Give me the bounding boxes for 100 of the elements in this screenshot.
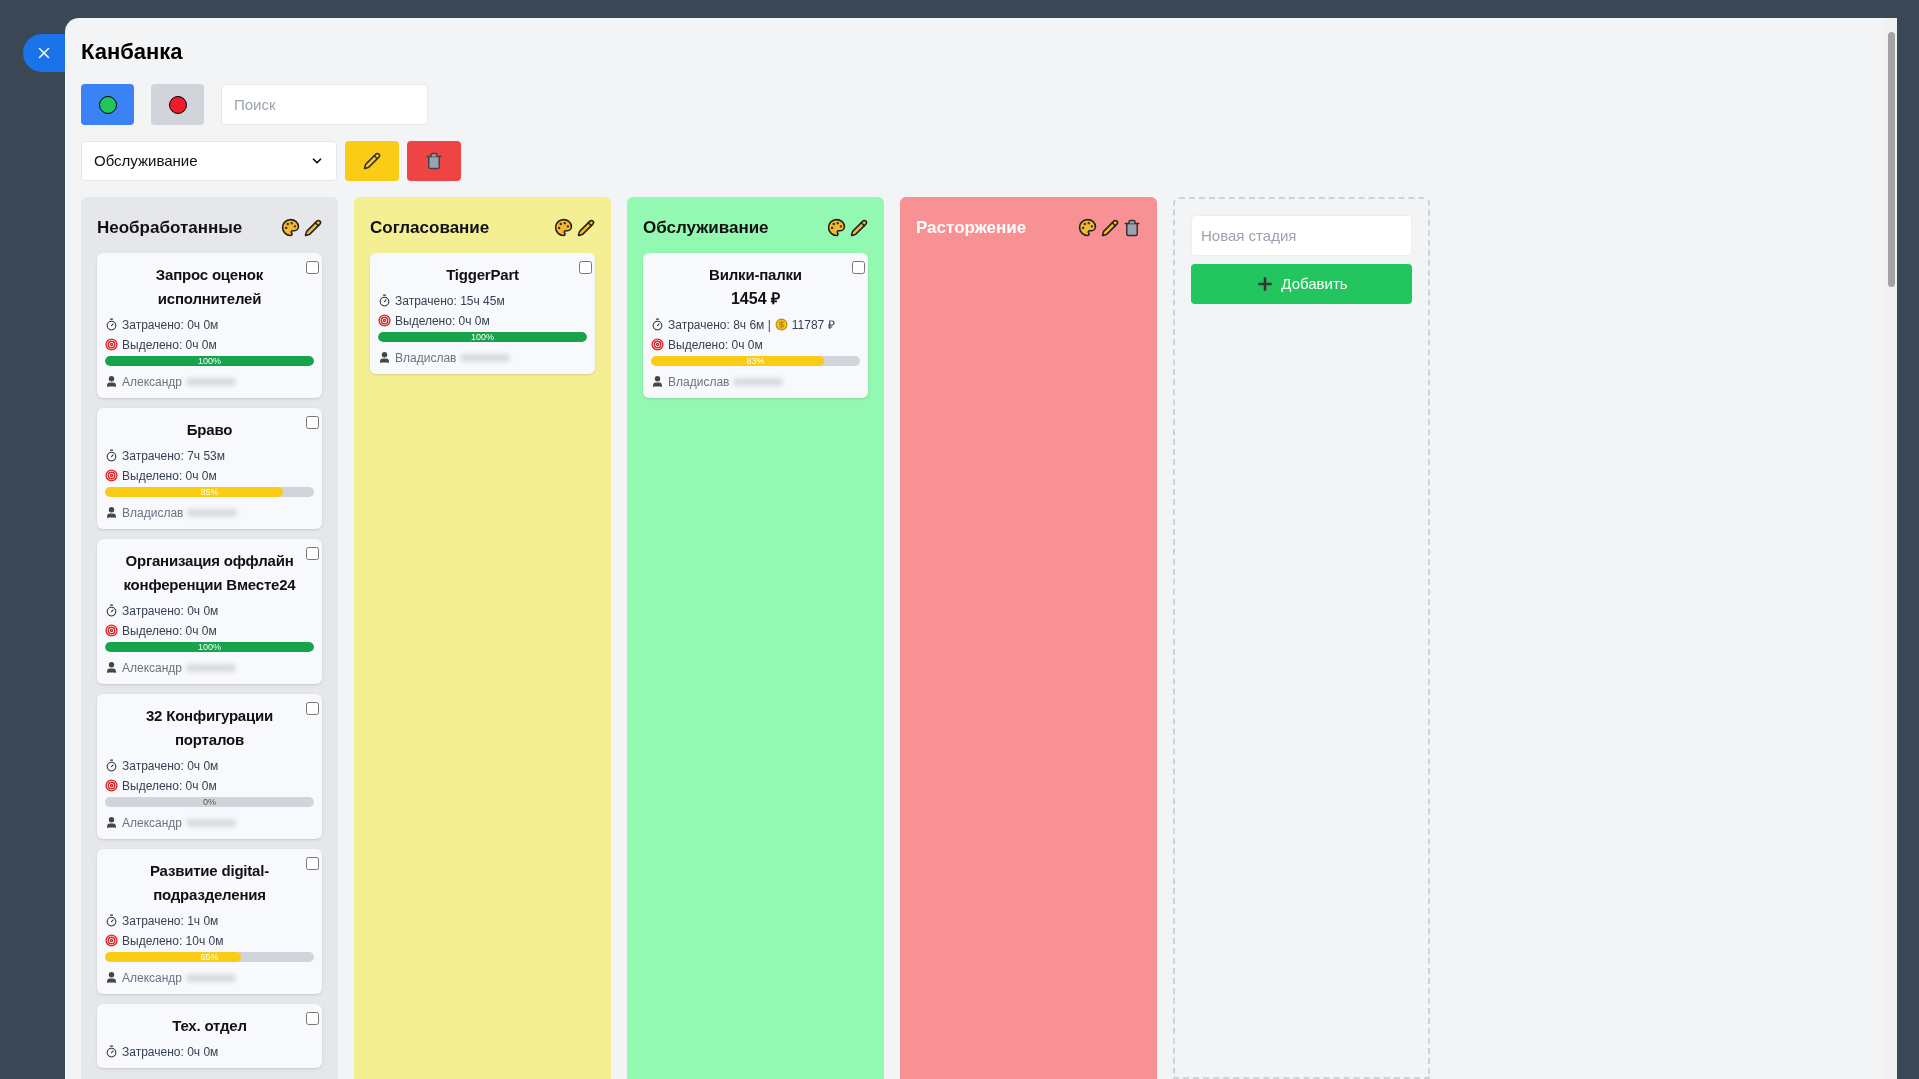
card-title: Организация оффлайн конференции Вместе24 bbox=[122, 550, 297, 595]
palette-icon[interactable] bbox=[281, 218, 300, 238]
stopwatch-icon bbox=[105, 759, 118, 772]
task-card[interactable]: Тех. отдел Затрачено: 0ч 0м bbox=[97, 1003, 322, 1068]
task-card[interactable]: Браво Затрачено: 7ч 53м Выделено: 0ч 0м 85% Владислав bbox=[97, 407, 322, 529]
time-spent: Затрачено: 0ч 0м bbox=[122, 757, 219, 774]
stopwatch-icon bbox=[651, 318, 664, 331]
card-title: Браво bbox=[186, 419, 233, 440]
money-spent: 11787 ₽ bbox=[791, 316, 835, 333]
assignee-name: Александр bbox=[122, 969, 183, 986]
time-allocated: Выделено: 0ч 0м bbox=[668, 336, 763, 353]
pencil-icon bbox=[363, 152, 381, 170]
assignee-name: Александр bbox=[122, 814, 183, 831]
person-icon bbox=[378, 351, 391, 364]
blurred-surname bbox=[186, 663, 237, 672]
task-card[interactable]: Запрос оценок исполнителей Затрачено: 0ч 0м Выделено: 0ч 0м 100% Александр bbox=[97, 252, 322, 398]
target-icon bbox=[105, 338, 118, 351]
person-icon bbox=[651, 375, 664, 388]
trash-icon[interactable] bbox=[1123, 218, 1141, 237]
blurred-surname bbox=[733, 377, 784, 386]
person-icon bbox=[105, 661, 118, 674]
assignee-name: Александр bbox=[122, 659, 183, 676]
assignee-name: Владислав bbox=[668, 373, 730, 390]
time-spent: Затрачено: 0ч 0м bbox=[122, 602, 219, 619]
time-spent: Затрачено: 0ч 0м bbox=[122, 316, 219, 333]
stopwatch-icon bbox=[105, 604, 118, 617]
card-title: TiggerPart bbox=[446, 264, 519, 285]
task-card[interactable]: TiggerPart Затрачено: 15ч 45м Выделено: 0ч 0м 100% Владислав bbox=[370, 252, 595, 374]
stage-dropdown[interactable]: Обслуживание bbox=[81, 141, 337, 181]
blurred-surname bbox=[460, 353, 511, 362]
edit-button[interactable] bbox=[345, 141, 399, 181]
task-card[interactable]: Развитие digital-подразделения Затрачено: 1ч 0м Выделено: 10ч 0м 65% Александр bbox=[97, 848, 322, 994]
stopwatch-icon bbox=[378, 294, 391, 307]
column-title: Расторжение bbox=[916, 217, 1027, 239]
column-title: Обслуживание bbox=[643, 217, 769, 239]
person-icon bbox=[105, 816, 118, 829]
pencil-icon[interactable] bbox=[577, 218, 595, 237]
card-title: Тех. отдел bbox=[172, 1015, 247, 1036]
palette-icon[interactable] bbox=[1078, 218, 1097, 238]
card-checkbox[interactable] bbox=[306, 415, 319, 429]
pencil-icon[interactable] bbox=[1101, 218, 1119, 237]
progress-label: 100% bbox=[197, 355, 222, 366]
progress-label: 100% bbox=[470, 331, 495, 342]
target-icon bbox=[105, 469, 118, 482]
palette-icon[interactable] bbox=[554, 218, 573, 238]
card-title: 32 Конфигурации порталов bbox=[144, 705, 275, 750]
time-allocated: Выделено: 0ч 0м bbox=[122, 336, 217, 353]
person-icon bbox=[105, 375, 118, 388]
progress-label: 83% bbox=[745, 355, 766, 366]
search-field[interactable]: Поиск bbox=[221, 84, 428, 125]
time-spent: Затрачено: 8ч 6м | bbox=[668, 316, 771, 333]
target-icon bbox=[105, 624, 118, 637]
scrollbar[interactable] bbox=[1885, 18, 1897, 1079]
time-spent: Затрачено: 7ч 53м bbox=[122, 447, 225, 464]
time-allocated: Выделено: 0ч 0м bbox=[122, 777, 217, 794]
time-allocated: Выделено: 0ч 0м bbox=[122, 467, 217, 484]
card-checkbox[interactable] bbox=[579, 260, 592, 274]
stopwatch-icon bbox=[105, 914, 118, 927]
column-title: Согласование bbox=[370, 217, 490, 239]
progress-label: 0% bbox=[202, 796, 217, 807]
delete-button[interactable] bbox=[407, 141, 461, 181]
progress-label: 100% bbox=[197, 641, 222, 652]
task-card[interactable]: 32 Конфигурации порталов Затрачено: 0ч 0м Выделено: 0ч 0м 0% Александр bbox=[97, 693, 322, 839]
palette-icon[interactable] bbox=[827, 218, 846, 238]
blurred-surname bbox=[187, 508, 238, 517]
card-title: Развитие digital-подразделения bbox=[148, 860, 271, 905]
card-price: 1454 ₽ bbox=[729, 288, 781, 309]
person-icon bbox=[105, 971, 118, 984]
stopwatch-icon bbox=[105, 318, 118, 331]
progress-label: 65% bbox=[199, 951, 220, 962]
filter-toggle[interactable] bbox=[151, 84, 204, 125]
target-icon bbox=[105, 779, 118, 792]
person-icon bbox=[105, 506, 118, 519]
pencil-icon[interactable] bbox=[850, 218, 868, 237]
card-checkbox[interactable] bbox=[306, 1011, 319, 1025]
card-title: Запрос оценок исполнителей bbox=[154, 264, 265, 309]
target-icon bbox=[105, 934, 118, 947]
task-card[interactable]: Вилки-палки 1454 ₽ Затрачено: 8ч 6м | 11787 ₽ Выделено: 0ч 0м 83% Владислав bbox=[643, 252, 868, 398]
assignee-name: Владислав bbox=[122, 504, 184, 521]
assignee-name: Владислав bbox=[395, 349, 457, 366]
trash-icon bbox=[425, 152, 443, 170]
progress-label: 85% bbox=[199, 486, 220, 497]
card-checkbox[interactable] bbox=[306, 701, 319, 715]
task-card[interactable]: Организация оффлайн конференции Вместе24 Затрачено: 0ч 0м Выделено: 0ч 0м 100% Александр bbox=[97, 538, 322, 684]
time-spent: Затрачено: 15ч 45м bbox=[395, 292, 505, 309]
card-title: Вилки-палки bbox=[709, 264, 802, 285]
new-stage-field[interactable]: Новая стадия bbox=[1191, 215, 1412, 256]
card-checkbox[interactable] bbox=[852, 260, 865, 274]
time-spent: Затрачено: 1ч 0м bbox=[122, 912, 219, 929]
target-icon bbox=[378, 314, 391, 327]
pencil-icon[interactable] bbox=[304, 218, 322, 237]
card-checkbox[interactable] bbox=[306, 260, 319, 274]
blurred-surname bbox=[186, 973, 237, 982]
time-allocated: Выделено: 0ч 0м bbox=[395, 312, 490, 329]
card-checkbox[interactable] bbox=[306, 856, 319, 870]
time-allocated: Выделено: 10ч 0м bbox=[122, 932, 224, 949]
blurred-surname bbox=[186, 818, 237, 827]
filter-toggle[interactable] bbox=[81, 84, 134, 125]
time-spent: Затрачено: 0ч 0м bbox=[122, 1043, 219, 1060]
card-checkbox[interactable] bbox=[306, 546, 319, 560]
